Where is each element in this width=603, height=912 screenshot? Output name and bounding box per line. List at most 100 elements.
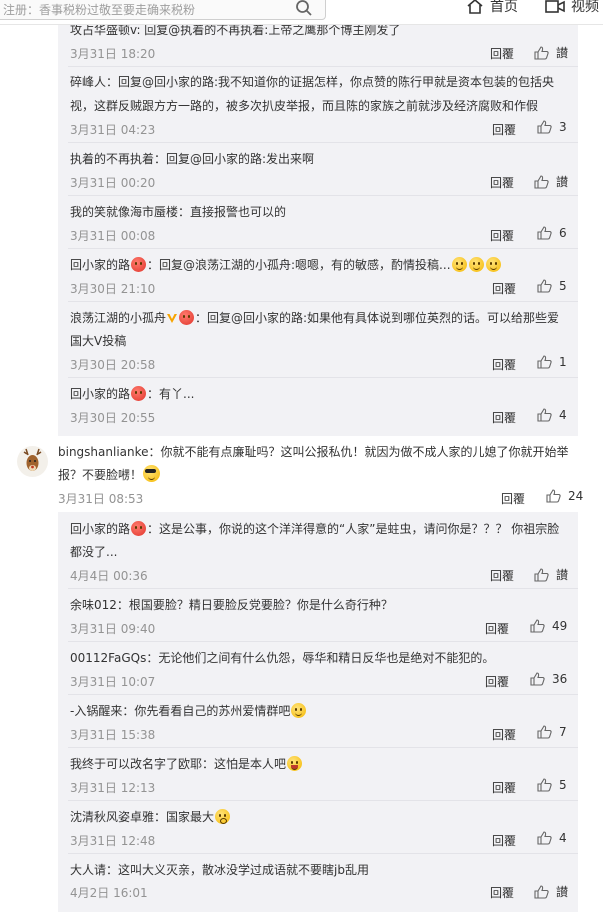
reply-text: 浪荡江湖的小孤舟 ：回复@回小家的路:如果他有具体说到哪位英烈的话。可以给那些爱: [70, 310, 560, 325]
divider: [68, 747, 578, 748]
reply-text: 执着的不再执着：回复@回小家的路:发出来啊: [70, 152, 315, 166]
reply-text: 碎峰人：回复@回小家的路:我不知道你的证据怎样，你点赞的陈行甲就是资本包装的包括…: [70, 75, 555, 89]
reply-button[interactable]: 回覆: [492, 779, 516, 796]
divider: [68, 301, 578, 302]
thumbs-up-icon: [546, 489, 561, 503]
like-button[interactable]: 36: [530, 672, 567, 686]
like-count: 24: [568, 489, 584, 503]
like-button[interactable]: 5: [537, 778, 567, 792]
nav-video-label: 视频: [571, 0, 599, 15]
divider: [68, 588, 578, 589]
thumbs-up-icon: [537, 831, 552, 845]
thumbs-up-icon: [537, 355, 552, 369]
thumbs-up-icon: [534, 567, 549, 582]
reply-text-line2: 视，这群反贼跟方方一路的，被多次扒皮举报，而且陈的家族之前就涉及经济腐败和作假: [70, 99, 539, 113]
thumbs-up-icon: [537, 120, 552, 134]
reply-button[interactable]: 回覆: [490, 227, 514, 244]
reply-time: 3月31日 09:40: [70, 622, 156, 636]
reply-button[interactable]: 回覆: [490, 45, 514, 62]
nav-home[interactable]: 首页: [466, 0, 518, 16]
reply-text: 我终于可以改名字了欧耶：这怕是本人吧: [70, 754, 303, 775]
reply-text: 我的笑就像海市蜃楼：直接报警也可以的: [70, 205, 287, 219]
thumbs-up-icon: [537, 725, 552, 739]
author-name[interactable]: 回小家的路: [70, 522, 130, 536]
reply-button[interactable]: 回覆: [492, 726, 516, 743]
like-button[interactable]: 讃: [534, 44, 568, 61]
reply-button[interactable]: 回覆: [492, 356, 516, 373]
author-name[interactable]: 回小家的路: [70, 387, 130, 401]
like-count: 4: [559, 831, 567, 845]
like-button[interactable]: 4: [537, 831, 567, 845]
like-count: 5: [559, 279, 567, 293]
nav-home-label: 首页: [490, 0, 518, 15]
divider: [68, 800, 578, 801]
member-badge-icon: [131, 521, 147, 536]
video-icon: [545, 0, 565, 13]
reply-button[interactable]: 回覆: [492, 409, 516, 426]
like-count: 4: [559, 408, 567, 422]
like-count: 讃: [556, 885, 569, 899]
thumbs-up-icon: [530, 672, 545, 686]
reply-text: 回小家的路 ：回复@浪荡江湖的小孤舟:嗯嗯，有的敏感，酌情投稿...: [70, 255, 502, 276]
like-button[interactable]: 5: [537, 279, 567, 293]
divider: [68, 142, 578, 143]
thumbs-up-icon: [534, 884, 549, 899]
thumbs-up-icon: [537, 408, 552, 422]
member-badge-icon: [131, 257, 147, 272]
nav-video[interactable]: 视频: [545, 0, 599, 16]
reply-button[interactable]: 回覆: [485, 673, 509, 690]
like-button[interactable]: 4: [537, 408, 567, 422]
reply-time: 3月31日 10:07: [70, 675, 156, 689]
sweat-emoji-icon: [291, 703, 307, 718]
like-count: 36: [552, 672, 568, 686]
like-count: 1: [559, 355, 567, 369]
like-button[interactable]: 讃: [534, 566, 568, 583]
search-placeholder: 注册：香事税粉过敬至要走确来税粉: [3, 3, 196, 17]
thumbs-up-icon: [537, 226, 552, 240]
reply-button[interactable]: 回覆: [490, 174, 514, 191]
like-button[interactable]: 6: [537, 226, 567, 240]
author-name[interactable]: 回小家的路: [70, 258, 130, 272]
like-button[interactable]: 24: [546, 489, 583, 503]
avatar[interactable]: [17, 446, 48, 477]
like-button[interactable]: 7: [537, 725, 567, 739]
reply-text: 沈清秋风姿卓雅：国家最大: [70, 807, 231, 828]
search-icon[interactable]: [295, 0, 313, 17]
reply-time: 3月30日 20:55: [70, 411, 156, 425]
reply-button[interactable]: 回覆: [490, 567, 514, 584]
comment-text: bingshanlianke：你就不能有点廉耻吗？这叫公报私仇！就因为做不成人家…: [58, 445, 569, 459]
like-button[interactable]: 1: [537, 355, 567, 369]
reply-time: 3月31日 04:23: [70, 123, 156, 137]
thumbs-up-icon: [537, 279, 552, 293]
divider: [68, 641, 578, 642]
smile-emoji-icon: [485, 257, 501, 272]
like-count: 讃: [556, 46, 569, 60]
reply-button[interactable]: 回覆: [492, 832, 516, 849]
reply-text: -入锅醒来：你先看看自己的苏州爱情群吧: [70, 701, 307, 722]
member-badge-icon: [131, 386, 147, 401]
like-button[interactable]: 讃: [534, 173, 568, 190]
reply-time: 3月31日 15:38: [70, 728, 156, 742]
reply-text: 余味012：根国要脸？精日要脸反党要脸？你是什么奇行种？: [70, 598, 393, 612]
divider: [68, 853, 578, 854]
like-button[interactable]: 讃: [534, 883, 568, 900]
like-button[interactable]: 3: [537, 120, 567, 134]
thumbs-up-icon: [534, 45, 549, 60]
reply-time: 3月31日 12:13: [70, 781, 156, 795]
divider: [68, 377, 578, 378]
member-badge-icon: [179, 310, 195, 325]
reply-button[interactable]: 回覆: [492, 280, 516, 297]
author-name[interactable]: 浪荡江湖的小孤舟: [70, 311, 166, 325]
reply-button[interactable]: 回覆: [501, 490, 525, 507]
reply-text: 00112FaGQs：无论他们之间有什么仇怨，辱华和精日反华也是绝对不能犯的。: [70, 651, 495, 665]
smile-emoji-icon: [468, 257, 484, 272]
like-button[interactable]: 49: [530, 619, 567, 633]
like-count: 49: [552, 619, 568, 633]
reply-button[interactable]: 回覆: [485, 620, 509, 637]
search-input[interactable]: 注册：香事税粉过敬至要走确来税粉: [0, 0, 326, 20]
thumbs-up-icon: [537, 778, 552, 792]
reply-button[interactable]: 回覆: [490, 884, 514, 901]
divider: [68, 694, 578, 695]
reply-button[interactable]: 回覆: [492, 121, 516, 138]
like-count: 5: [559, 778, 567, 792]
